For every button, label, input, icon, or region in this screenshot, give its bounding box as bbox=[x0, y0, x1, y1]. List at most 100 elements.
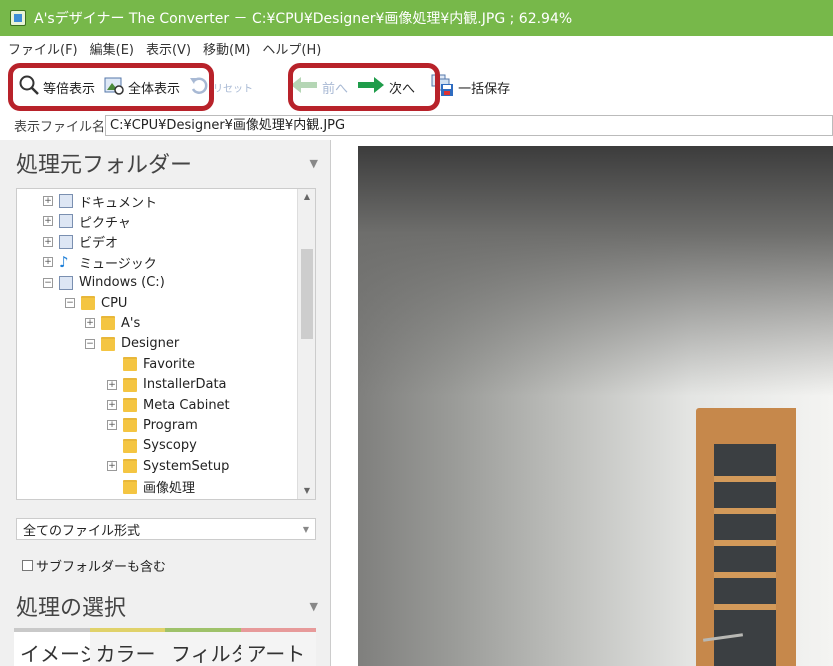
tree-item[interactable]: Favorite bbox=[107, 354, 195, 374]
tree-item-label: Favorite bbox=[143, 356, 195, 372]
include-subfolders-checkbox[interactable]: サブフォルダーも含む bbox=[16, 554, 316, 576]
interior-photo bbox=[358, 146, 833, 666]
folder-icon bbox=[123, 418, 137, 433]
tree-item[interactable]: + Program bbox=[107, 415, 198, 435]
tree-item-label: InstallerData bbox=[143, 377, 227, 393]
expand-icon[interactable]: + bbox=[107, 400, 117, 410]
window-title: A'sデザイナー The Converter － C:¥CPU¥Designer… bbox=[34, 11, 573, 27]
expand-icon[interactable]: + bbox=[43, 236, 53, 247]
videos-icon bbox=[59, 234, 73, 249]
tree-item-label: CPU bbox=[101, 295, 128, 311]
folder-icon bbox=[101, 316, 115, 331]
folder-icon bbox=[123, 479, 137, 494]
process-tabs: イメージ カラー フィルタ... アート bbox=[14, 628, 316, 666]
menu-edit[interactable]: 編集(E) bbox=[90, 39, 134, 58]
tree-item-label: ミュージック bbox=[79, 256, 157, 272]
process-title: 処理の選択 bbox=[16, 596, 127, 621]
path-label: 表示ファイル名 bbox=[14, 119, 106, 135]
tree-item[interactable]: + SystemSetup bbox=[107, 456, 229, 476]
tree-item-label: SystemSetup bbox=[143, 458, 230, 474]
tree-item[interactable]: + ピクチャ bbox=[43, 211, 131, 231]
path-field[interactable]: C:¥CPU¥Designer¥画像処理¥内観.JPG bbox=[105, 114, 833, 136]
left-panel: 処理元フォルダー ▼ ▲ ▼ + ドキュメント + ピクチャ + ビデオ + ♪ ミュージック −… bbox=[0, 140, 330, 666]
expand-icon[interactable]: + bbox=[43, 196, 53, 206]
menu-move[interactable]: 移動(M) bbox=[203, 39, 250, 58]
menu-bar: ファイル(F) 編集(E) 表示(V) 移動(M) ヘルプ(H) bbox=[0, 36, 833, 60]
tree-item-label: Designer bbox=[121, 336, 180, 352]
chevron-down-icon[interactable]: ▼ bbox=[310, 600, 318, 613]
expand-icon[interactable]: + bbox=[107, 379, 117, 390]
folder-icon bbox=[123, 357, 137, 372]
tree-item-label: ビデオ bbox=[79, 236, 119, 252]
tab-art[interactable]: アート bbox=[240, 628, 316, 666]
collapse-icon[interactable]: − bbox=[85, 338, 95, 349]
expand-icon[interactable]: + bbox=[107, 461, 117, 472]
folder-icon bbox=[81, 296, 95, 310]
tree-item-label: Meta Cabinet bbox=[143, 397, 230, 413]
tree-item[interactable]: − CPU bbox=[65, 293, 127, 313]
chevron-down-icon[interactable]: ▼ bbox=[310, 157, 318, 170]
tab-image[interactable]: イメージ bbox=[14, 628, 90, 666]
zoom-buttons-highlight bbox=[8, 63, 214, 111]
title-bar: A'sデザイナー The Converter － C:¥CPU¥Designer… bbox=[0, 0, 833, 36]
reset-label: リセット bbox=[213, 83, 254, 95]
tree-item[interactable]: + A's bbox=[85, 313, 140, 333]
menu-view[interactable]: 表示(V) bbox=[146, 39, 191, 58]
path-row: 表示ファイル名 C:¥CPU¥Designer¥画像処理¥内観.JPG bbox=[0, 114, 833, 136]
menu-file[interactable]: ファイル(F) bbox=[8, 39, 78, 58]
dropdown-arrow-icon: ▼ bbox=[302, 524, 309, 534]
folder-icon bbox=[123, 438, 137, 453]
checkbox-icon[interactable] bbox=[22, 559, 33, 571]
documents-icon bbox=[59, 194, 73, 208]
tree-scrollbar[interactable]: ▲ ▼ bbox=[297, 189, 315, 499]
expand-icon[interactable]: + bbox=[107, 420, 117, 431]
folder-tree[interactable]: ▲ ▼ + ドキュメント + ピクチャ + ビデオ + ♪ ミュージック − Windows (C:… bbox=[16, 188, 316, 500]
tree-item[interactable]: + ドキュメント bbox=[43, 191, 157, 211]
tab-color[interactable]: カラー bbox=[89, 628, 165, 666]
expand-icon[interactable]: + bbox=[43, 257, 53, 268]
collapse-icon[interactable]: − bbox=[65, 298, 75, 308]
filetype-select-value: 全てのファイル形式 bbox=[23, 523, 141, 539]
folder-icon bbox=[123, 398, 137, 412]
tree-item[interactable]: Syscopy bbox=[107, 436, 197, 456]
tab-filter[interactable]: フィルタ... bbox=[165, 628, 241, 666]
tree-item[interactable]: + ビデオ bbox=[43, 232, 118, 252]
tree-item-label: Program bbox=[143, 417, 198, 433]
tree-item[interactable]: + Meta Cabinet bbox=[107, 395, 230, 415]
image-viewer[interactable] bbox=[330, 140, 833, 666]
tree-item[interactable]: + ♪ ミュージック bbox=[43, 252, 157, 272]
expand-icon[interactable]: + bbox=[43, 216, 53, 227]
source-folder-header[interactable]: 処理元フォルダー ▼ bbox=[0, 140, 330, 186]
folder-icon bbox=[123, 459, 137, 474]
scroll-thumb[interactable] bbox=[301, 249, 313, 339]
nav-buttons-highlight bbox=[288, 63, 440, 111]
process-header[interactable]: 処理の選択 ▼ bbox=[0, 584, 330, 628]
folder-icon bbox=[123, 377, 137, 392]
tree-item[interactable]: 画像処理 bbox=[107, 477, 195, 497]
scroll-up-icon[interactable]: ▲ bbox=[298, 189, 315, 205]
tree-item-label: A's bbox=[121, 315, 141, 331]
scroll-down-icon[interactable]: ▼ bbox=[298, 483, 315, 499]
tree-item[interactable]: − Windows (C:) bbox=[43, 273, 165, 293]
batch-save-button[interactable]: 一括保存 bbox=[427, 72, 514, 102]
tree-item-label: ドキュメント bbox=[79, 195, 158, 211]
music-icon: ♪ bbox=[59, 253, 69, 272]
tree-item-label: Syscopy bbox=[143, 438, 197, 454]
tree-item-label: ピクチャ bbox=[79, 215, 131, 231]
collapse-icon[interactable]: − bbox=[43, 277, 53, 288]
include-subfolders-label: サブフォルダーも含む bbox=[36, 559, 167, 575]
source-folder-title: 処理元フォルダー bbox=[16, 153, 193, 178]
drive-icon bbox=[59, 275, 73, 290]
menu-help[interactable]: ヘルプ(H) bbox=[262, 39, 321, 58]
tree-item-label: 画像処理 bbox=[143, 481, 196, 497]
pictures-icon bbox=[59, 214, 73, 229]
tree-item[interactable]: + InstallerData bbox=[107, 375, 227, 395]
filetype-select[interactable]: 全てのファイル形式 ▼ bbox=[16, 518, 316, 540]
tree-item[interactable]: − Designer bbox=[85, 334, 179, 354]
expand-icon[interactable]: + bbox=[85, 318, 95, 329]
tree-item-label: Windows (C:) bbox=[79, 275, 165, 291]
app-icon bbox=[10, 10, 26, 26]
